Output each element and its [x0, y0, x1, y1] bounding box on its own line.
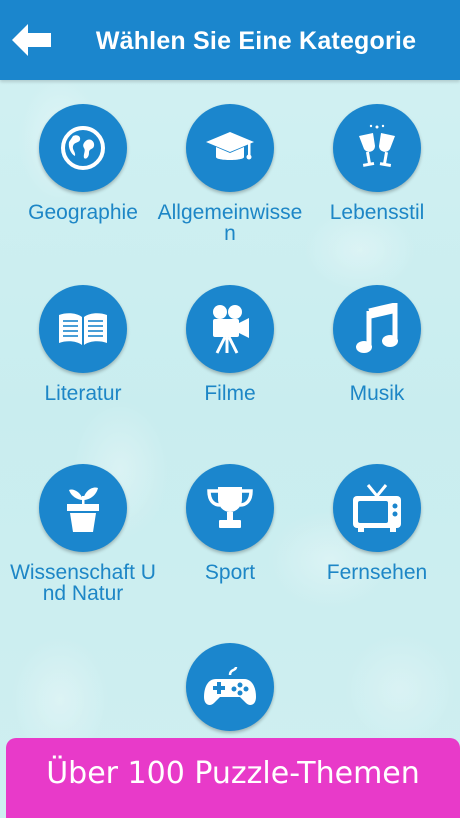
category-icon-circle	[186, 104, 274, 192]
category-wissenschaft-und-natur[interactable]: Wissenschaft Und Natur	[8, 464, 158, 604]
gamepad-icon	[204, 666, 256, 705]
open-book-icon	[59, 313, 107, 345]
page-title: Wählen Sie Eine Kategorie	[95, 27, 417, 55]
category-icon-circle	[333, 104, 421, 192]
arrow-left-icon	[12, 24, 51, 56]
back-button[interactable]	[8, 22, 54, 58]
category-label: Allgemeinwissen	[157, 201, 303, 245]
category-allgemeinwissen[interactable]: Allgemeinwissen	[155, 104, 305, 244]
tv-icon	[353, 484, 401, 532]
category-fernsehen[interactable]: Fernsehen	[302, 464, 452, 583]
category-label: Literatur	[44, 382, 122, 405]
category-musik[interactable]: Musik	[302, 285, 452, 404]
category-sport[interactable]: Sport	[155, 464, 305, 583]
category-icon-circle	[39, 464, 127, 552]
category-filme[interactable]: Filme	[155, 285, 305, 404]
category-spiele[interactable]	[155, 643, 305, 741]
category-label: Sport	[204, 561, 256, 584]
category-label: Lebensstil	[329, 201, 425, 224]
wine-glasses-icon	[359, 124, 395, 168]
category-label: Fernsehen	[326, 561, 428, 584]
globe-icon	[61, 126, 105, 170]
category-label: Musik	[349, 382, 405, 405]
category-icon-circle	[333, 464, 421, 552]
category-icon-circle	[186, 285, 274, 373]
category-icon-circle	[333, 285, 421, 373]
category-icon-circle	[186, 643, 274, 731]
category-icon-circle	[39, 285, 127, 373]
movie-camera-icon	[213, 305, 249, 354]
category-icon-circle	[39, 104, 127, 192]
graduation-cap-icon	[206, 132, 254, 160]
trophy-icon	[207, 487, 253, 528]
music-note-icon	[356, 303, 398, 353]
category-lebensstil[interactable]: Lebensstil	[302, 104, 452, 223]
category-label: Geographie	[28, 201, 138, 224]
category-icon-circle	[186, 464, 274, 552]
category-literatur[interactable]: Literatur	[8, 285, 158, 404]
plant-pot-icon	[67, 487, 99, 532]
promo-banner-text: Über 100 Puzzle-Themen	[46, 756, 420, 791]
category-label: Filme	[204, 382, 256, 405]
promo-banner: Über 100 Puzzle-Themen	[6, 738, 460, 818]
top-bar: Wählen Sie Eine Kategorie	[0, 0, 460, 80]
category-label: Wissenschaft Und Natur	[10, 561, 156, 605]
category-geographie[interactable]: Geographie	[8, 104, 158, 223]
